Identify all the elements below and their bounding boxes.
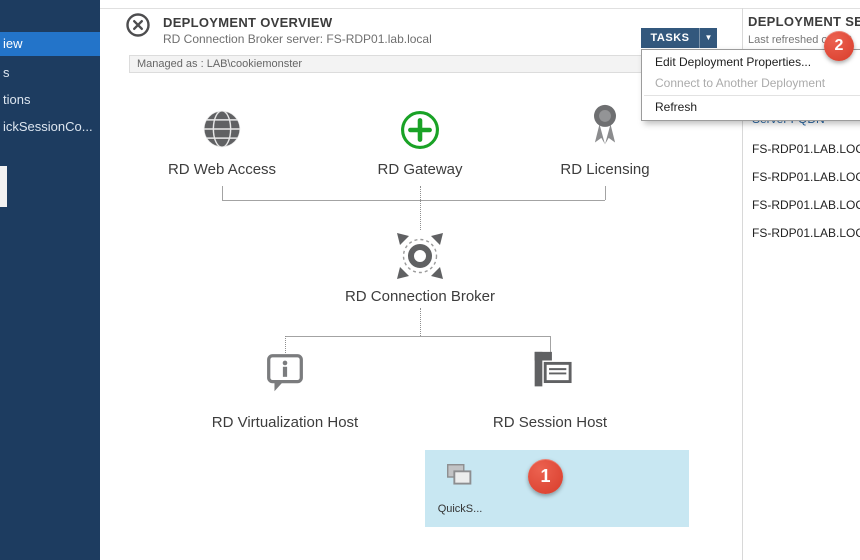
connector-line bbox=[285, 336, 550, 337]
server-row[interactable]: FS-RDP01.LAB.LOCAL bbox=[752, 198, 860, 212]
deployment-servers-title: DEPLOYMENT SERVERS bbox=[748, 14, 860, 29]
server-row[interactable]: FS-RDP01.LAB.LOCAL bbox=[752, 170, 860, 184]
connector-line-dotted bbox=[420, 308, 421, 336]
tasks-button-label: TASKS bbox=[641, 32, 699, 44]
node-label-gateway: RD Gateway bbox=[340, 161, 500, 178]
deployment-overview-circle-x-icon bbox=[125, 12, 151, 38]
tasks-dropdown-menu: Edit Deployment Properties... Connect to… bbox=[641, 49, 860, 121]
sidebar-item-overview[interactable]: iew bbox=[0, 32, 100, 56]
sidebar-scrollbar-thumb[interactable] bbox=[0, 166, 7, 207]
chevron-down-icon: ▼ bbox=[699, 28, 717, 48]
medal-icon[interactable] bbox=[583, 102, 627, 155]
collection-label: QuickS... bbox=[427, 503, 493, 515]
menu-item-refresh[interactable]: Refresh bbox=[642, 97, 860, 118]
plus-circle-icon[interactable] bbox=[398, 108, 442, 157]
tasks-button[interactable]: TASKS ▼ bbox=[641, 28, 717, 48]
broker-converge-arrows-icon[interactable] bbox=[394, 230, 446, 287]
sidebar-item-servers[interactable]: s bbox=[0, 61, 100, 85]
sidebar-item-collections[interactable]: tions bbox=[0, 88, 100, 112]
info-bubble-icon[interactable] bbox=[262, 350, 308, 401]
server-monitor-icon[interactable] bbox=[527, 349, 573, 400]
server-manager-window: iew s tions ickSessionCo... DEPLOYMENT O… bbox=[0, 0, 860, 560]
displays-stack-icon bbox=[443, 460, 477, 499]
deployment-overview-subtitle: RD Connection Broker server: FS-RDP01.la… bbox=[163, 32, 432, 46]
node-label-virtualization-host: RD Virtualization Host bbox=[195, 414, 375, 431]
node-label-connection-broker: RD Connection Broker bbox=[330, 288, 510, 305]
node-label-web-access: RD Web Access bbox=[142, 161, 302, 178]
connector-line-dotted bbox=[420, 200, 421, 230]
server-row[interactable]: FS-RDP01.LAB.LOCAL bbox=[752, 142, 860, 156]
node-label-licensing: RD Licensing bbox=[525, 161, 685, 178]
connector-line-dotted bbox=[420, 186, 421, 200]
connector-line bbox=[605, 186, 606, 200]
annotation-badge-step-1: 1 bbox=[528, 459, 563, 494]
panel-top-border bbox=[100, 8, 860, 9]
globe-icon[interactable] bbox=[199, 106, 245, 157]
node-label-session-host: RD Session Host bbox=[470, 414, 630, 431]
server-row[interactable]: FS-RDP01.LAB.LOCAL bbox=[752, 226, 860, 240]
rds-sidebar: iew s tions ickSessionCo... bbox=[0, 0, 100, 560]
menu-item-connect-to-another-deployment: Connect to Another Deployment bbox=[642, 73, 860, 94]
deployment-overview-title: DEPLOYMENT OVERVIEW bbox=[163, 15, 332, 30]
connector-line bbox=[222, 186, 223, 200]
sidebar-item-quicksessioncollection[interactable]: ickSessionCo... bbox=[0, 115, 100, 139]
connector-line bbox=[222, 200, 605, 201]
menu-separator bbox=[644, 95, 860, 96]
annotation-badge-step-2: 2 bbox=[824, 31, 854, 61]
